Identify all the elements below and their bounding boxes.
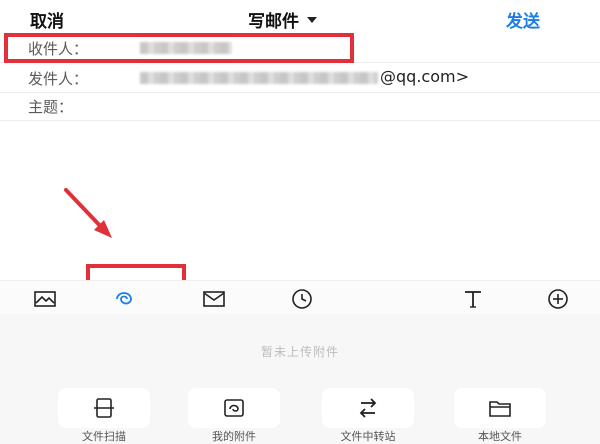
local-files-label: 本地文件 [478, 430, 522, 443]
scan-file-icon [94, 398, 114, 418]
clock-icon[interactable] [289, 286, 315, 312]
local-files-button[interactable] [454, 388, 546, 428]
text-format-icon[interactable] [460, 286, 486, 312]
transfer-station-button[interactable] [322, 388, 414, 428]
my-attachment-icon [224, 399, 244, 417]
image-icon[interactable] [32, 286, 58, 312]
compose-mail-screen: 取消 写邮件 发送 收件人： 发件人： @qq.com> 主题： 暂未上传附件 … [0, 0, 600, 444]
my-attachments-button[interactable] [188, 388, 280, 428]
scan-file-label: 文件扫描 [82, 430, 126, 443]
transfer-station-icon [359, 398, 377, 418]
compose-toolbar [0, 280, 600, 316]
attachment-icon[interactable] [111, 286, 137, 312]
empty-attachments-text: 暂未上传附件 [260, 345, 339, 359]
my-attachments-label: 我的附件 [212, 430, 256, 443]
transfer-station-label: 文件中转站 [340, 430, 396, 443]
scan-file-button[interactable] [58, 388, 150, 428]
folder-icon [489, 401, 511, 417]
mail-card-icon[interactable] [201, 286, 227, 312]
add-icon[interactable] [545, 286, 571, 312]
